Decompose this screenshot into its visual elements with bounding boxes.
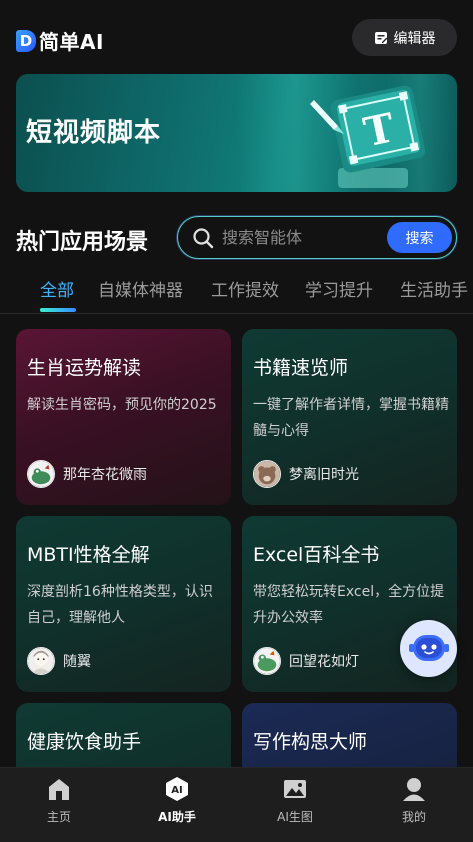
nav-label: AI生图 [277, 810, 313, 824]
card-title: MBTI性格全解 [27, 544, 150, 566]
logo-mark: D [16, 29, 36, 52]
search-bar: 搜索 [177, 216, 457, 259]
card-author: 那年杏花微雨 [27, 460, 147, 488]
tab-life-assistant[interactable]: 生活助手 [400, 276, 468, 301]
section-title: 热门应用场景 [16, 230, 149, 255]
nav-ai-image[interactable]: AI生图 [255, 776, 335, 825]
search-input[interactable] [222, 225, 372, 249]
nav-label: 我的 [401, 810, 426, 824]
text-tool-icon: T [310, 85, 426, 188]
agent-card[interactable]: MBTI性格全解 深度剖析16种性格类型，认识自己，理解他人 随翼 [16, 516, 231, 692]
card-title: 写作构思大师 [253, 731, 368, 753]
edit-icon [374, 31, 387, 44]
tab-self-media[interactable]: 自媒体神器 [98, 276, 183, 301]
card-author: 回望花如灯 [253, 647, 359, 675]
avatar [27, 460, 55, 488]
card-title: 书籍速览师 [253, 357, 349, 379]
editor-label: 编辑器 [393, 30, 436, 47]
tab-all[interactable]: 全部 [40, 276, 74, 301]
avatar [253, 460, 281, 488]
app-header: D 简单AI 编辑器 [0, 0, 473, 74]
search-icon [193, 228, 214, 249]
card-author: 梦离旧时光 [253, 460, 359, 488]
avatar [253, 647, 281, 675]
card-description: 深度剖析16种性格类型，认识自己，理解他人 [27, 584, 213, 626]
nav-ai-assistant[interactable]: AI AI助手 [137, 776, 217, 825]
tab-study[interactable]: 学习提升 [305, 276, 373, 301]
editor-button[interactable]: 编辑器 [352, 19, 457, 56]
category-tabs: 全部 自媒体神器 工作提效 学习提升 生活助手 [0, 270, 473, 314]
card-author: 随翼 [27, 647, 91, 675]
card-title: Excel百科全书 [253, 544, 380, 566]
agent-card[interactable]: 生肖运势解读 解读生肖密码，预见你的2025 那年杏花微雨 [16, 329, 231, 505]
svg-text:AI: AI [171, 785, 182, 796]
banner-title: 短视频脚本 [26, 118, 162, 148]
image-icon [284, 780, 306, 798]
tab-work-efficiency[interactable]: 工作提效 [211, 276, 279, 301]
ai-assistant-icon: AI [166, 777, 188, 801]
author-name: 随翼 [63, 654, 91, 670]
nav-home[interactable]: 主页 [19, 776, 99, 825]
card-title: 健康饮食助手 [27, 731, 142, 753]
card-description: 一键了解作者详情，掌握书籍精髓与心得 [253, 397, 449, 439]
nav-label: 主页 [46, 810, 71, 824]
profile-icon [403, 778, 425, 801]
avatar [27, 647, 55, 675]
author-name: 回望花如灯 [289, 654, 359, 670]
nav-profile[interactable]: 我的 [374, 776, 454, 825]
home-icon [49, 779, 69, 800]
card-description: 解读生肖密码，预见你的2025 [27, 397, 217, 413]
nav-label: AI助手 [158, 810, 196, 824]
author-name: 梦离旧时光 [289, 467, 359, 483]
tab-indicator [40, 308, 76, 312]
agent-card[interactable]: 书籍速览师 一键了解作者详情，掌握书籍精髓与心得 梦离旧时光 [242, 329, 457, 505]
banner[interactable]: 短视频脚本 T [16, 74, 457, 192]
logo-text: 简单AI [39, 30, 104, 54]
bottom-navigation: 主页 AI AI助手 AI生图 我的 [0, 767, 473, 842]
floating-assistant-button[interactable] [400, 620, 457, 677]
author-name: 那年杏花微雨 [63, 467, 147, 483]
app-logo: D 简单AI [16, 26, 104, 55]
search-button[interactable]: 搜索 [387, 222, 452, 253]
robot-icon [408, 634, 449, 661]
card-title: 生肖运势解读 [27, 357, 142, 379]
